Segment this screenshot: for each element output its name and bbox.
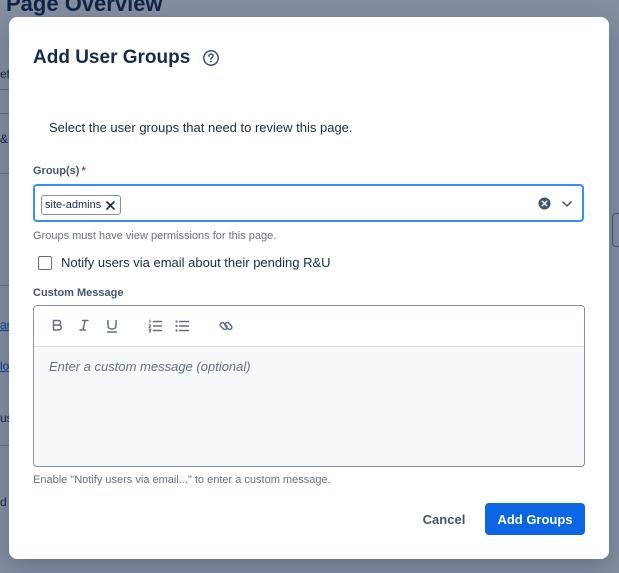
custom-message-placeholder[interactable]: Enter a custom message (optional) [49,359,251,374]
clear-selection-icon[interactable] [538,197,551,210]
help-icon[interactable] [202,49,220,67]
add-user-groups-dialog: Add User Groups Select the user groups t… [9,17,609,559]
notify-checkbox-row[interactable]: Notify users via email about their pendi… [38,255,331,270]
cancel-button[interactable]: Cancel [414,503,474,535]
editor-toolbar [34,306,584,347]
numbered-list-icon[interactable] [147,318,163,334]
dialog-description: Select the user groups that need to revi… [49,120,353,135]
italic-icon[interactable] [76,318,92,334]
notify-checkbox[interactable] [38,255,52,270]
custom-message-editor[interactable]: Enter a custom message (optional) [33,305,585,467]
notify-checkbox-label[interactable]: Notify users via email about their pendi… [61,255,331,270]
custom-message-helper-text: Enable "Notify users via email..." to en… [33,474,331,486]
link-icon[interactable] [218,318,234,334]
groups-label-text: Group(s) [33,165,80,177]
groups-select[interactable]: site-admins [33,184,584,222]
dialog-title: Add User Groups [33,47,191,68]
bold-icon[interactable] [49,318,65,334]
bullet-list-icon[interactable] [174,318,190,334]
custom-message-label: Custom Message [33,287,124,299]
group-tag-label: site-admins [45,199,102,211]
underline-icon[interactable] [104,318,120,334]
groups-helper-text: Groups must have view permissions for th… [33,230,277,242]
required-marker: * [81,165,86,177]
groups-field-label: Group(s) * [33,165,86,177]
remove-tag-icon[interactable] [105,200,116,211]
chevron-down-icon[interactable] [560,197,574,211]
add-groups-button[interactable]: Add Groups [485,503,585,535]
dialog-header: Add User Groups [33,47,220,69]
group-tag: site-admins [41,195,122,215]
